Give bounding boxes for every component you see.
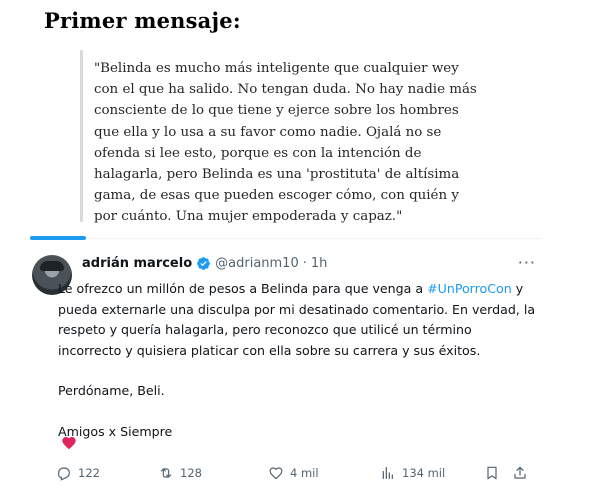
verified-badge-icon [197, 257, 211, 270]
like-count: 4 mil [290, 466, 319, 480]
like-button[interactable]: 4 mil [268, 465, 319, 481]
tweet-header: adrián marcelo @adrianm10 · 1h [82, 256, 327, 271]
like-icon [269, 467, 283, 480]
handle[interactable]: @adrianm10 [215, 256, 299, 271]
active-tab-indicator [30, 236, 86, 240]
tweet-card: adrián marcelo @adrianm10 · 1h ··· Le of… [30, 236, 542, 495]
views-count: 134 mil [402, 466, 446, 480]
reply-icon [58, 467, 70, 481]
retweet-count: 128 [180, 466, 202, 480]
tweet-actions: 122 128 4 mil 134 mil [56, 465, 532, 485]
reply-button[interactable]: 122 [56, 465, 100, 481]
tweet-text: Le ofrezco un millón de pesos a Belinda … [58, 279, 538, 462]
tweet-paragraph-2: Perdóname, Beli. [58, 383, 165, 398]
blockquote-bar [80, 50, 83, 222]
retweet-icon [160, 468, 172, 478]
views-icon [382, 467, 393, 479]
bookmark-button[interactable] [484, 465, 500, 481]
hashtag-link[interactable]: #UnPorroCon [427, 281, 512, 296]
views-button[interactable]: 134 mil [380, 465, 445, 481]
share-button[interactable] [512, 465, 528, 481]
heart-emoji-icon [62, 437, 76, 450]
blockquote-text: "Belinda es mucho más inteligente que cu… [94, 61, 477, 225]
tweet-text-before: Le ofrezco un millón de pesos a Belinda … [58, 281, 428, 296]
tweet-paragraph: Le ofrezco un millón de pesos a Belinda … [58, 279, 538, 361]
bookmark-icon [487, 466, 497, 480]
reply-count: 122 [78, 466, 100, 480]
share-icon [514, 466, 526, 479]
page-heading: Primer mensaje: [44, 8, 241, 33]
retweet-button[interactable]: 128 [158, 465, 202, 481]
display-name[interactable]: adrián marcelo [82, 256, 192, 271]
tweet-paragraph-3: Amigos x Siempre [58, 423, 173, 439]
more-options-icon[interactable]: ··· [518, 253, 536, 272]
timestamp[interactable]: 1h [311, 256, 328, 271]
separator-dot: · [302, 256, 307, 271]
